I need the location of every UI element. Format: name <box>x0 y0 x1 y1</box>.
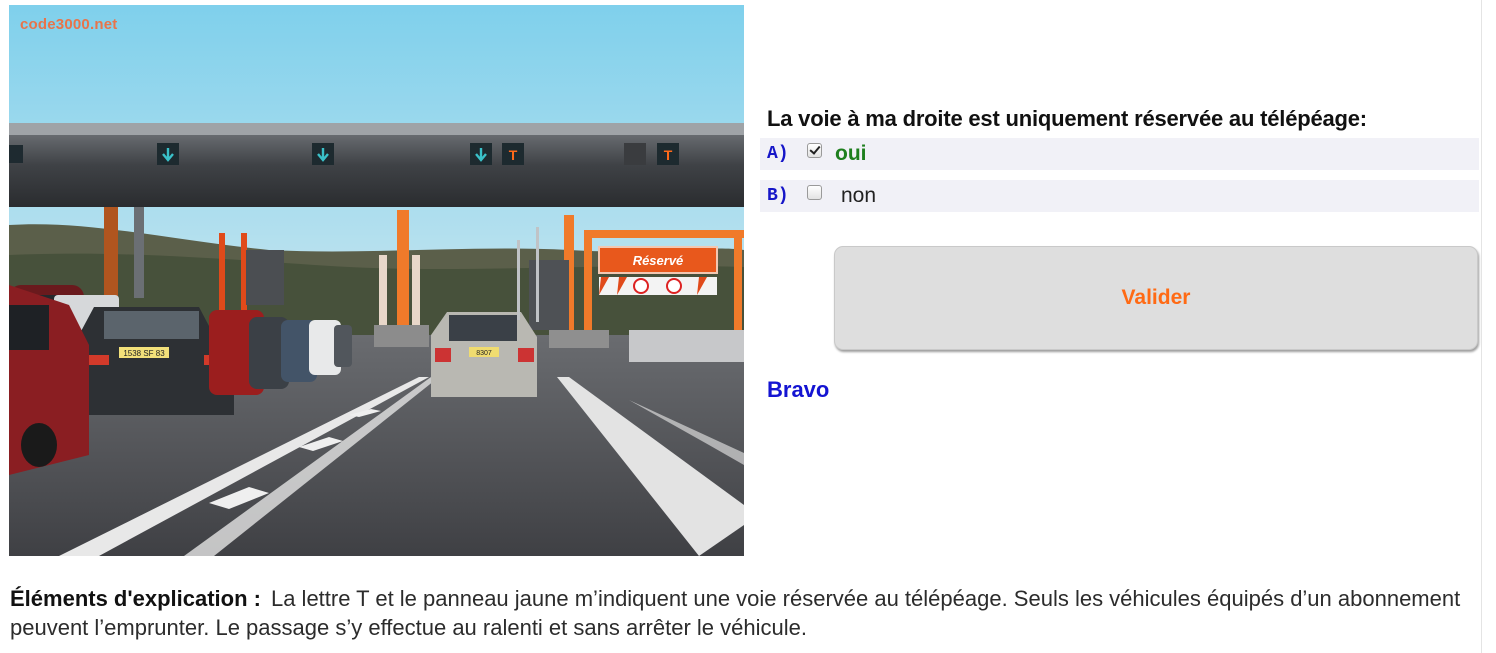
answer-label-a[interactable]: oui <box>835 142 867 166</box>
feedback-message: Bravo <box>767 377 830 402</box>
answer-letter-b: B) <box>767 186 789 206</box>
plate-left-text: 1538 SF 83 <box>123 349 165 358</box>
svg-text:T: T <box>664 147 673 163</box>
answer-label-b[interactable]: non <box>841 184 876 208</box>
answer-letter-a: A) <box>767 144 789 164</box>
question-photo: Réservé T T 1538 SF 83 8307 <box>9 5 744 556</box>
svg-text:T: T <box>509 147 518 163</box>
explanation-title: Éléments d'explication : <box>10 586 261 611</box>
question-text: La voie à ma droite est uniquement réser… <box>767 106 1367 131</box>
validate-button[interactable]: Valider <box>834 246 1478 350</box>
answer-b-checkbox[interactable] <box>807 184 822 200</box>
answer-row-b[interactable]: B) non <box>760 180 1479 212</box>
plate-center-text: 8307 <box>476 350 492 357</box>
explanation-block: Éléments d'explication : La lettre T et l… <box>10 584 1486 642</box>
validate-button-label: Valider <box>1121 286 1191 309</box>
answer-a-checkbox[interactable] <box>807 142 822 158</box>
page-right-edge <box>1481 0 1496 653</box>
reserve-sign-text: Réservé <box>633 253 684 268</box>
watermark-text: code3000.net <box>20 16 118 33</box>
answer-row-a[interactable]: A) oui <box>760 138 1479 170</box>
